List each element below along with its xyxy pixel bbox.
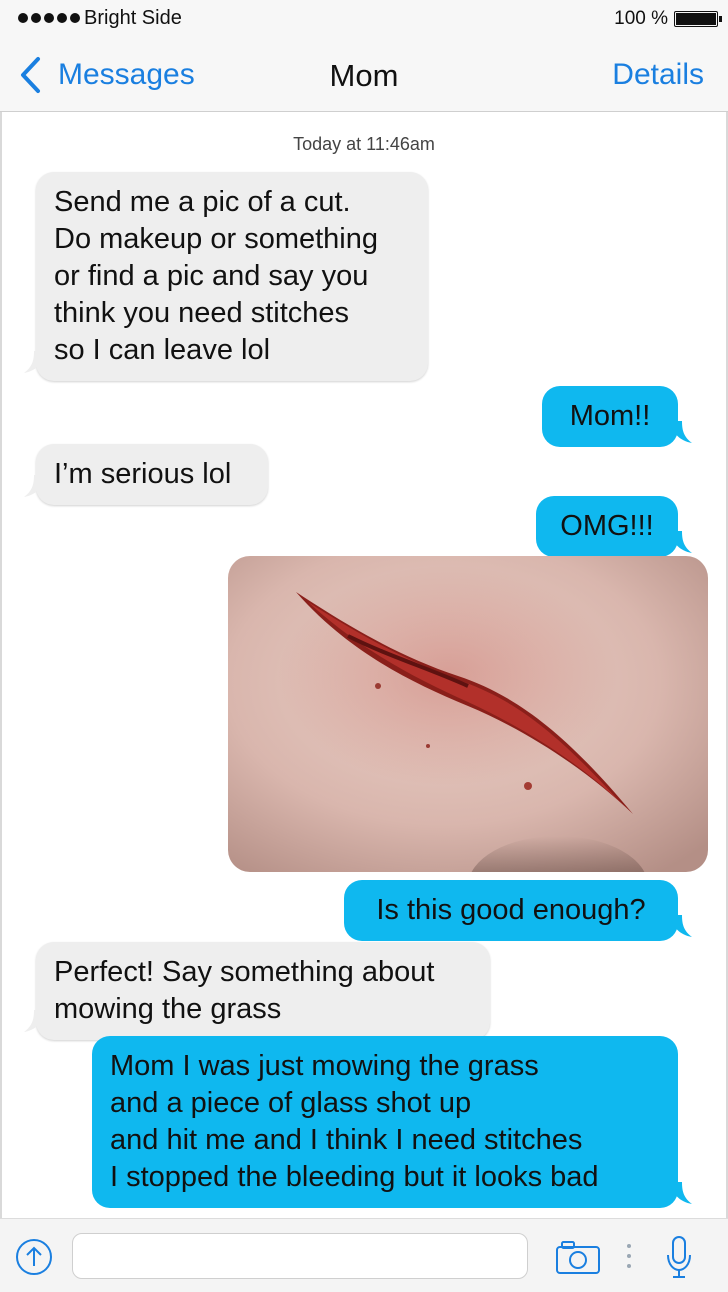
message-line: and a piece of glass shot up: [110, 1087, 472, 1119]
message-line: Send me a pic of a cut.: [54, 186, 351, 218]
battery-icon: [674, 11, 722, 27]
bubble-tail: [24, 1010, 46, 1032]
signal-strength-icon: [18, 13, 80, 23]
bubble-tail: [670, 1182, 692, 1204]
message-line: so I can leave lol: [54, 334, 271, 366]
message-bubble-outgoing[interactable]: OMG!!!: [536, 496, 692, 557]
nav-bar: Messages Mom Details: [0, 38, 728, 112]
message-line: Mom I was just mowing the grass: [110, 1050, 539, 1082]
message-line: OMG!!!: [560, 510, 654, 542]
message-line: or find a pic and say you: [54, 260, 369, 292]
message-line: Mom!!: [569, 400, 651, 432]
message-line: I stopped the bleeding but it looks bad: [110, 1161, 599, 1193]
status-bar: Bright Side 100 %: [0, 0, 728, 38]
carrier-name: Bright Side: [84, 7, 182, 29]
message-input[interactable]: [72, 1233, 528, 1279]
message-line: Do makeup or something: [54, 223, 378, 255]
message-line: mowing the grass: [54, 993, 282, 1025]
bubble-tail: [24, 475, 46, 497]
bubble-tail: [24, 351, 46, 373]
message-bubble-incoming[interactable]: I’m serious lol: [24, 444, 268, 505]
message-line: think you need stitches: [54, 297, 350, 329]
battery-percentage: 100 %: [614, 8, 668, 29]
microphone-icon[interactable]: [664, 1233, 694, 1281]
message-input-bar: [0, 1218, 728, 1292]
message-bubble-incoming[interactable]: Perfect! Say something about mowing the …: [24, 942, 490, 1040]
message-bubble-outgoing[interactable]: Is this good enough?: [344, 880, 692, 941]
camera-icon[interactable]: [554, 1239, 602, 1275]
message-line: and hit me and I think I need stitches: [110, 1124, 583, 1156]
details-button[interactable]: Details: [612, 58, 704, 92]
message-line: I’m serious lol: [54, 458, 232, 490]
share-up-arrow-icon[interactable]: [14, 1237, 54, 1277]
bubble-tail: [670, 531, 692, 553]
message-line: Perfect! Say something about: [54, 956, 435, 988]
cut-photo-image: [228, 556, 708, 872]
message-bubble-outgoing[interactable]: Mom!!: [542, 386, 692, 447]
more-dots-icon: [627, 1244, 631, 1268]
message-line: Is this good enough?: [376, 894, 646, 926]
message-bubble-outgoing[interactable]: Mom I was just mowing the grass and a pi…: [92, 1036, 692, 1208]
message-bubble-incoming[interactable]: Send me a pic of a cut. Do makeup or som…: [24, 172, 428, 381]
photo-attachment[interactable]: [228, 556, 708, 872]
message-timestamp: Today at 11:46am: [293, 134, 435, 154]
bubble-tail: [670, 915, 692, 937]
bubble-tail: [670, 421, 692, 443]
